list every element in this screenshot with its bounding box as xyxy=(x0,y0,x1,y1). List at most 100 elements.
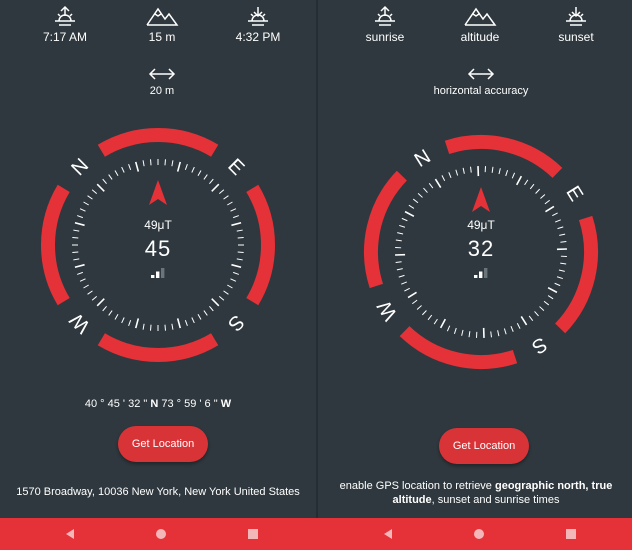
longitude-value: 73 ° 59 ' 6 " xyxy=(161,398,218,410)
dial-tick xyxy=(516,323,521,329)
dial-tick xyxy=(503,328,507,335)
altitude-label: altitude xyxy=(460,30,500,44)
dial-tick xyxy=(441,175,446,181)
dial-tick xyxy=(543,300,550,306)
dial-tick xyxy=(128,320,132,326)
dial-tick xyxy=(191,166,195,173)
dial-tick xyxy=(227,284,233,289)
dial-tick xyxy=(218,189,225,194)
dial-tick xyxy=(528,315,534,321)
heading-value: 32 xyxy=(467,236,495,261)
signal-bar xyxy=(156,271,160,278)
dial-tick xyxy=(547,295,554,300)
recents-icon[interactable] xyxy=(245,526,261,542)
dial-tick xyxy=(497,330,500,337)
altitude-value: 15 m xyxy=(148,30,176,44)
dial-tick xyxy=(134,318,140,329)
cardinal-s: S xyxy=(528,332,551,358)
home-icon[interactable] xyxy=(153,526,169,542)
dial-tick xyxy=(557,226,564,230)
dial-tick xyxy=(407,291,417,299)
dial-tick xyxy=(520,316,528,326)
dial-tick xyxy=(236,229,243,232)
sunrise-value: 7:17 AM xyxy=(42,30,88,44)
dial-tick xyxy=(462,167,465,174)
sunrise-label: sunrise xyxy=(365,30,405,44)
dial-tick xyxy=(395,261,402,263)
sunset-icon xyxy=(248,7,268,26)
dial-tick xyxy=(108,174,113,180)
accuracy-signal-icon xyxy=(474,268,488,278)
dial-tick xyxy=(83,201,89,206)
north-arrow-icon xyxy=(149,180,167,205)
dial-tick xyxy=(114,314,119,320)
dial-tick xyxy=(560,262,567,265)
dial-tick xyxy=(79,278,86,282)
dial-tick xyxy=(395,239,402,242)
back-icon[interactable] xyxy=(380,526,396,542)
dial-tick xyxy=(404,287,410,292)
home-icon[interactable] xyxy=(471,526,487,542)
dial-tick xyxy=(535,188,541,194)
dial-tick xyxy=(412,299,418,305)
dial-tick xyxy=(491,166,494,173)
dial-tick xyxy=(233,271,239,275)
horizontal-arrows-icon xyxy=(148,68,176,80)
dial-tick xyxy=(540,194,546,199)
dial-tick xyxy=(102,178,107,185)
recents-icon[interactable] xyxy=(563,526,579,542)
dial-tick xyxy=(448,172,452,179)
signal-bar xyxy=(151,275,155,278)
dial-tick xyxy=(416,305,422,310)
get-location-button[interactable]: Get Location xyxy=(439,428,529,464)
latitude-direction: N xyxy=(150,398,159,410)
cardinal-n: N xyxy=(67,154,93,180)
signal-bar xyxy=(484,268,488,278)
dial-tick xyxy=(446,325,451,332)
accuracy-value: 20 m xyxy=(149,85,175,97)
dial-tick xyxy=(209,305,214,312)
dial-tick xyxy=(470,166,472,173)
dial-tick xyxy=(515,175,523,186)
cardinal-s: S xyxy=(223,310,248,335)
dial-tick xyxy=(401,281,408,285)
cardinal-e: E xyxy=(223,155,248,180)
dial-tick xyxy=(72,251,79,253)
dial-tick xyxy=(128,164,132,170)
dial-tick xyxy=(77,215,83,219)
dial-tick xyxy=(397,232,404,235)
dial-tick xyxy=(558,269,565,272)
ring-arc xyxy=(97,128,219,157)
dial-tick xyxy=(490,331,492,338)
sunset-stat: 4:32 PM xyxy=(203,5,313,44)
dial-tick xyxy=(150,324,152,331)
dial-tick xyxy=(505,170,509,177)
dial-tick xyxy=(79,208,86,212)
dial-tick xyxy=(231,263,242,269)
dial-tick xyxy=(428,183,434,189)
dial-tick xyxy=(87,290,93,295)
cardinal-e: E xyxy=(561,182,587,205)
dial-tick xyxy=(544,199,550,205)
compass-readout: 49μT 32 xyxy=(436,218,526,278)
signal-bar xyxy=(161,268,165,278)
dial-tick xyxy=(197,170,202,176)
dial-tick xyxy=(554,219,561,223)
dial-tick xyxy=(423,187,428,193)
compass-readout: 49μT 45 xyxy=(113,218,203,278)
back-icon[interactable] xyxy=(62,526,78,542)
dial-tick xyxy=(223,195,229,200)
hint-prefix: enable GPS location to retrieve xyxy=(339,480,495,492)
dial-tick xyxy=(203,174,208,180)
get-location-button[interactable]: Get Location xyxy=(118,426,208,462)
dial-tick xyxy=(439,318,447,329)
dial-tick xyxy=(203,310,208,316)
dial-tick xyxy=(401,217,408,222)
north-arrow-icon xyxy=(472,187,490,212)
dial-tick xyxy=(455,169,459,176)
dial-tick xyxy=(73,229,80,232)
dial-tick xyxy=(77,271,83,275)
dial-tick xyxy=(539,306,545,312)
gps-hint-text: enable GPS location to retrieve geograph… xyxy=(334,479,618,507)
dial-tick xyxy=(237,251,244,253)
